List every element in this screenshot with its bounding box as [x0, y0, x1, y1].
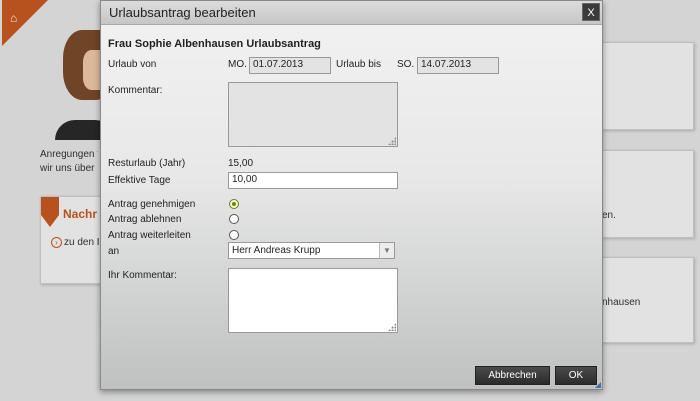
an-label: an — [108, 246, 120, 257]
option-weiterleiten-label: Antrag weiterleiten — [108, 230, 191, 241]
kommentar-textarea — [228, 82, 398, 147]
close-button[interactable]: X — [582, 3, 600, 21]
ihr-kommentar-textarea[interactable] — [228, 268, 398, 333]
chevron-down-icon[interactable]: ▼ — [379, 243, 394, 258]
resturlaub-label: Resturlaub (Jahr) — [108, 158, 186, 169]
ihr-kommentar-label: Ihr Kommentar: — [108, 270, 177, 281]
bis-date-field: 14.07.2013 — [417, 57, 499, 74]
von-date-field: 01.07.2013 — [249, 57, 331, 74]
urlaub-bis-label: Urlaub bis — [336, 59, 382, 70]
resize-grip-icon[interactable] — [388, 323, 396, 331]
option-genehmigen-label: Antrag genehmigen — [108, 199, 196, 210]
kommentar-label: Kommentar: — [108, 85, 163, 96]
option-weiterleiten-radio[interactable] — [229, 230, 239, 240]
resize-grip-icon — [388, 137, 396, 145]
effektive-tage-field[interactable]: 10,00 — [228, 172, 398, 189]
forward-recipient-value: Herr Andreas Krupp — [232, 245, 321, 256]
effektive-tage-label: Effektive Tage — [108, 175, 171, 186]
request-heading: Frau Sophie Albenhausen Urlaubsantrag — [108, 38, 321, 50]
urlaub-von-label: Urlaub von — [108, 59, 157, 70]
von-day: MO. — [228, 59, 247, 70]
cancel-button[interactable]: Abbrechen — [475, 366, 550, 385]
option-ablehnen-radio[interactable] — [229, 214, 239, 224]
resturlaub-value: 15,00 — [228, 158, 254, 169]
forward-recipient-select[interactable]: Herr Andreas Krupp ▼ — [228, 242, 395, 259]
dialog-title-bar[interactable]: Urlaubsantrag bearbeiten X — [101, 1, 602, 25]
bis-day: SO. — [397, 59, 415, 70]
ok-button[interactable]: OK — [555, 366, 597, 385]
urlaubsantrag-dialog: Urlaubsantrag bearbeiten X Frau Sophie A… — [100, 0, 603, 390]
dialog-title: Urlaubsantrag bearbeiten — [109, 5, 256, 20]
close-icon: X — [587, 7, 595, 19]
option-ablehnen-label: Antrag ablehnen — [108, 214, 182, 225]
option-genehmigen-radio[interactable] — [229, 199, 239, 209]
